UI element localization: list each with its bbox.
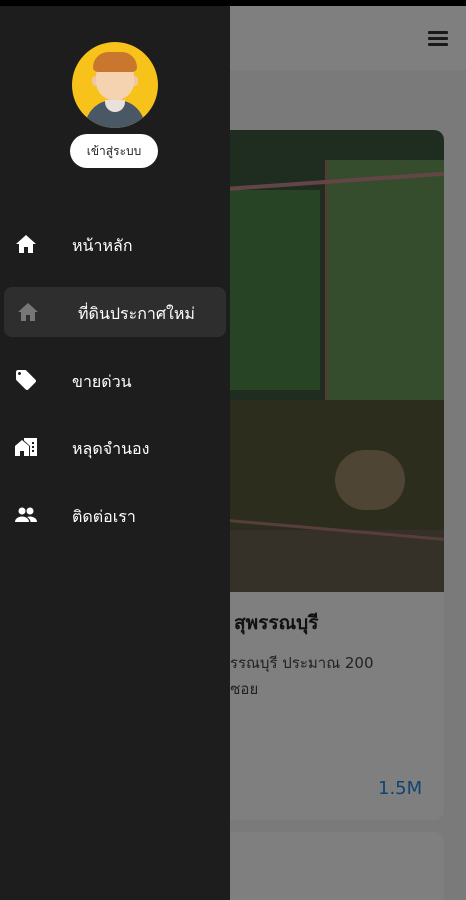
- nav-item-label: ที่ดินประกาศใหม่: [78, 304, 195, 323]
- people-icon: [15, 507, 37, 522]
- house-building-icon: [15, 438, 37, 456]
- tag-icon: [16, 370, 36, 390]
- nav-item-foreclosure[interactable]: หลุดจำนอง: [0, 422, 230, 472]
- nav-item-label: ติดต่อเรา: [72, 507, 136, 526]
- status-bar: [0, 0, 466, 6]
- home-icon: [18, 303, 38, 321]
- home-icon: [16, 235, 36, 253]
- nav-item-home[interactable]: หน้าหลัก: [0, 219, 230, 269]
- login-button[interactable]: เข้าสู่ระบบ: [70, 134, 158, 168]
- nav-item-new-listings[interactable]: ที่ดินประกาศใหม่: [4, 287, 226, 337]
- nav-item-quick-sale[interactable]: ขายด่วน: [0, 355, 230, 405]
- nav-item-contact[interactable]: ติดต่อเรา: [0, 490, 230, 540]
- navigation-drawer: เข้าสู่ระบบ หน้าหลัก ที่ดินประกาศใหม่ ขา…: [0, 0, 230, 900]
- nav-item-label: ขายด่วน: [72, 372, 132, 391]
- nav-item-label: หลุดจำนอง: [72, 439, 150, 458]
- user-avatar-icon: [72, 42, 158, 128]
- nav-item-label: หน้าหลัก: [72, 236, 133, 255]
